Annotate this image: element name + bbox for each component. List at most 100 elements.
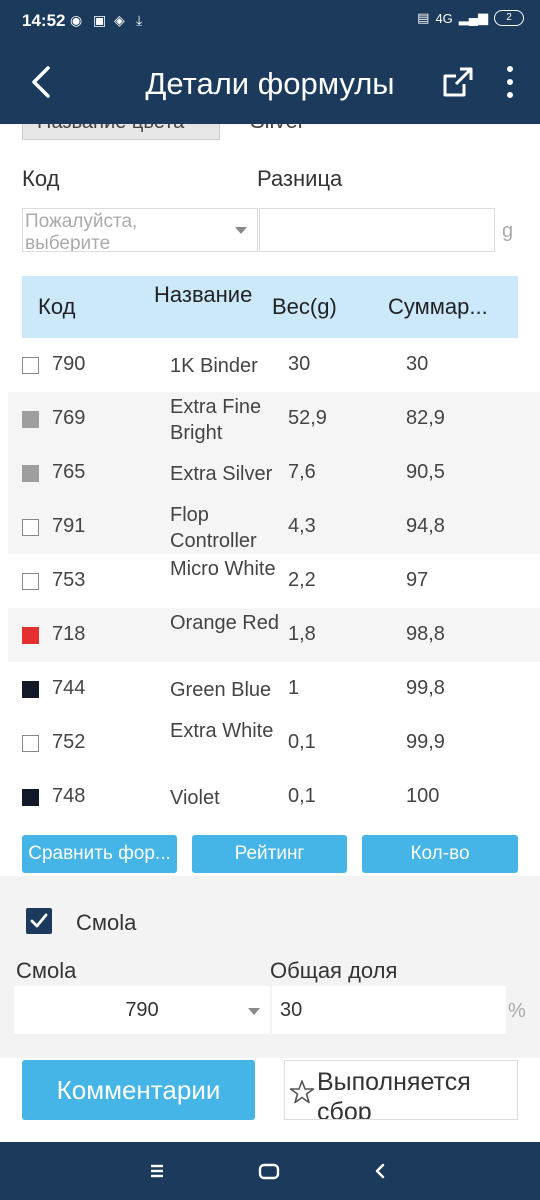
compare-formula-button[interactable]: Сравнить фор... [22,835,177,873]
table-row[interactable]: 791 Flop Controller 4,3 94,8 [8,500,540,554]
table-row[interactable]: 748 Violet 0,1 100 [8,770,540,824]
row-weight: 30 [288,353,311,375]
percent-unit: % [508,1000,526,1022]
table-row[interactable]: 769 Extra Fine Bright 52,9 82,9 [8,392,540,446]
row-sum: 99,8 [406,677,445,699]
row-code: 744 [52,677,86,699]
table-header: Код Название Вес(g) Суммар... [22,276,518,338]
download-icon: ⤓ [136,12,143,28]
menu-icon[interactable] [149,1158,165,1184]
row-sum: 97 [406,569,429,591]
grams-unit: g [502,220,514,242]
row-name: Extra Fine Bright [170,396,262,444]
code-select-placeholder: Пожалуйста, выберите [25,211,138,252]
row-name: Orange Red [170,612,279,634]
rating-button[interactable]: Рейтинг [192,835,347,873]
resin-select-value: 790 [125,999,159,1021]
network-label: 4G [435,10,453,26]
table-row[interactable]: 753 Micro White 2,2 97 [8,554,540,608]
difference-label: Разница [257,166,343,191]
total-share-label: Общая доля [270,958,398,983]
row-code: 765 [52,461,86,483]
status-time: 14:52 [22,11,66,30]
row-weight: 1,8 [288,623,316,645]
row-code: 748 [52,785,86,807]
row-code: 769 [52,407,86,429]
table-row[interactable]: 752 Extra White 0,1 99,9 [8,716,540,770]
row-weight: 52,9 [288,407,327,429]
star-icon [289,1080,315,1104]
row-name: Green Blue [170,679,272,701]
row-sum: 90,5 [406,461,445,483]
dropdown-arrow-icon [248,1008,260,1015]
resin-select[interactable]: 790 [14,986,270,1034]
resin-label: Смola [16,958,77,983]
total-share-input[interactable]: 30 [272,986,506,1034]
color-name-value: Silver [250,124,305,134]
row-code: 791 [52,515,86,537]
volte-icon: ▤ [417,10,430,25]
row-name: Violet [170,787,220,809]
row-sum: 94,8 [406,515,445,537]
row-sum: 30 [406,353,429,375]
in-progress-label: Выполняется сбор [317,1068,471,1120]
back-nav-icon[interactable] [372,1158,388,1184]
row-sum: 99,9 [406,731,445,753]
hotspot-icon: ◉ [70,12,83,28]
table-row[interactable]: 790 1K Binder 30 30 [8,338,540,392]
color-swatch [22,573,39,590]
signal-icon: ▂▄▆ [458,10,488,25]
comments-button[interactable]: Комментарии [22,1060,255,1120]
color-swatch [22,735,39,752]
row-sum: 100 [406,785,440,807]
layers-icon: ◈ [114,12,125,28]
header-code: Код [38,294,76,319]
color-swatch [22,411,39,428]
share-icon[interactable] [440,64,476,100]
more-options-icon[interactable] [500,64,520,100]
header-sum: Суммар... [388,294,488,319]
sim-icon: ▣ [93,12,107,28]
row-code: 753 [52,569,86,591]
color-swatch [22,357,39,374]
resin-checkbox-label: Смola [76,910,137,935]
row-name: Micro White [170,558,276,580]
color-swatch [22,789,39,806]
table-row[interactable]: 718 Orange Red 1,8 98,8 [8,608,540,662]
row-code: 790 [52,353,86,375]
color-swatch [22,519,39,536]
formula-details: Название цвета Silver Код Разница Пожалу… [0,124,540,1142]
row-weight: 7,6 [288,461,316,483]
quantity-button[interactable]: Кол-во [362,835,518,873]
row-code: 752 [52,731,86,753]
color-swatch [22,627,39,644]
color-name-label: Название цвета [22,124,220,140]
row-name: Extra Silver [170,463,273,485]
dropdown-arrow-icon [235,227,247,234]
row-name: 1K Binder [170,355,258,377]
color-swatch [22,681,39,698]
check-icon [30,913,48,928]
header-weight: Вес(g) [272,294,337,319]
table-row[interactable]: 765 Extra Silver 7,6 90,5 [8,446,540,500]
row-sum: 82,9 [406,407,445,429]
row-weight: 0,1 [288,731,316,753]
resin-checkbox[interactable] [26,908,52,934]
system-nav-bar [0,1142,540,1200]
table-row[interactable]: 744 Green Blue 1 99,8 [8,662,540,716]
code-select[interactable]: Пожалуйста, выберите [22,208,258,252]
home-icon[interactable] [258,1158,280,1184]
row-weight: 0,1 [288,785,316,807]
in-progress-button[interactable]: Выполняется сбор [284,1060,518,1120]
row-weight: 1 [288,677,300,699]
row-name: Flop Controller [170,504,257,552]
status-bar: 14:52 ◉ ▣ ◈ ⤓ ▤ 4G ▂▄▆ 2 [0,0,540,42]
row-weight: 2,2 [288,569,316,591]
difference-input[interactable] [259,208,495,252]
header-name: Название [154,282,253,307]
bottom-actions: Комментарии Выполняется сбор [0,1058,540,1142]
battery-icon: 2 [494,10,524,26]
row-sum: 98,8 [406,623,445,645]
app-bar: Детали формулы [0,42,540,124]
row-code: 718 [52,623,86,645]
